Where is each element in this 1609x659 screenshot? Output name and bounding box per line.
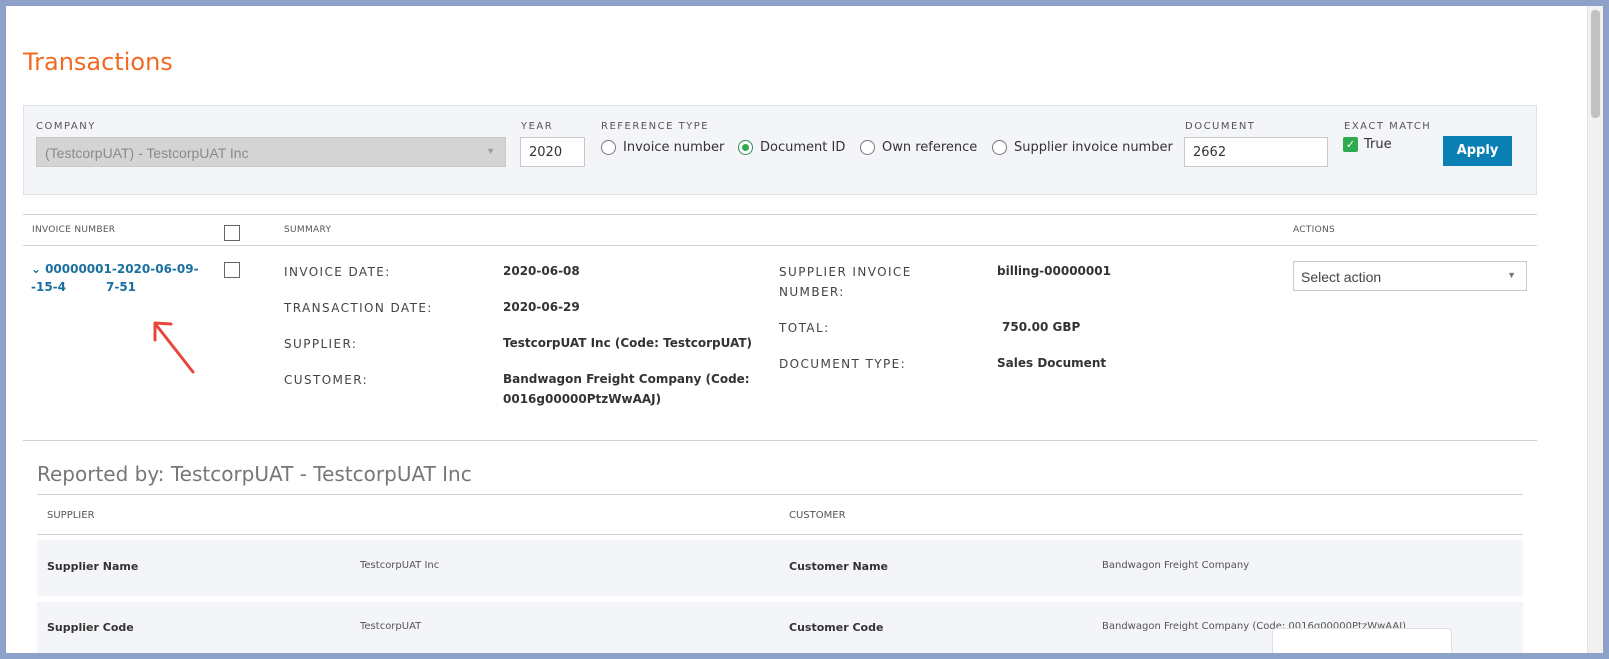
- customer-label: CUSTOMER:: [284, 373, 369, 387]
- customer-name-label: Customer Name: [789, 560, 888, 573]
- radio-label: Document ID: [760, 139, 846, 155]
- select-all-checkbox[interactable]: [224, 225, 240, 241]
- transaction-date-label: TRANSACTION DATE:: [284, 301, 433, 315]
- company-select[interactable]: (TestcorpUAT) - TestcorpUAT Inc ▼: [36, 137, 506, 167]
- customer-header: CUSTOMER: [789, 510, 846, 521]
- action-select[interactable]: Select action ▼: [1293, 261, 1527, 291]
- radio-invoice-number[interactable]: Invoice number: [601, 137, 724, 157]
- document-label: DOCUMENT: [1185, 121, 1256, 132]
- year-input[interactable]: 2020: [520, 137, 585, 167]
- radio-label: Supplier invoice number: [1014, 139, 1173, 155]
- radio-own-reference[interactable]: Own reference: [860, 137, 977, 157]
- popup-edge: [1272, 628, 1452, 653]
- year-label: YEAR: [521, 121, 554, 132]
- actions-header: ACTIONS: [1293, 225, 1336, 235]
- radio-circle: [860, 139, 875, 155]
- radio-circle-selected: [738, 139, 753, 155]
- radio-label: Invoice number: [623, 139, 725, 155]
- supplier-code-label: Supplier Code: [47, 621, 134, 634]
- red-arrow-icon: [153, 321, 195, 374]
- company-label: COMPANY: [36, 121, 96, 132]
- invoice-date-value: 2020-06-08: [503, 264, 580, 278]
- radio-label: Own reference: [882, 139, 978, 155]
- action-select-value: Select action: [1301, 269, 1382, 285]
- supplier-value: TestcorpUAT Inc (Code: TestcorpUAT): [503, 336, 752, 350]
- radio-circle: [992, 139, 1007, 155]
- invoice-date-label: INVOICE DATE:: [284, 265, 391, 279]
- chevron-down-icon[interactable]: ⌄: [31, 262, 41, 276]
- document-value: 2662: [1193, 145, 1227, 160]
- reported-by-title: Reported by: TestcorpUAT - TestcorpUAT I…: [37, 462, 472, 486]
- radio-document-id[interactable]: Document ID: [738, 137, 845, 157]
- supplier-name-value: TestcorpUAT Inc: [360, 560, 440, 571]
- reference-type-label: REFERENCE TYPE: [601, 121, 710, 132]
- supplier-invoice-number-label-line1: SUPPLIER INVOICE: [779, 265, 912, 279]
- company-value: (TestcorpUAT) - TestcorpUAT Inc: [45, 145, 249, 161]
- caret-down-icon: ▼: [1507, 270, 1516, 280]
- table-row: Supplier Name TestcorpUAT Inc Customer N…: [37, 540, 1523, 596]
- filter-panel: COMPANY (TestcorpUAT) - TestcorpUAT Inc …: [23, 105, 1537, 195]
- total-label: TOTAL:: [779, 321, 830, 335]
- supplier-code-value: TestcorpUAT: [360, 621, 422, 632]
- document-type-value: Sales Document: [997, 356, 1107, 370]
- apply-button[interactable]: Apply: [1443, 136, 1512, 166]
- exact-match-label: EXACT MATCH: [1344, 121, 1432, 132]
- customer-code-label: Customer Code: [789, 621, 884, 634]
- invoice-number-header: INVOICE NUMBER: [32, 225, 116, 235]
- supplier-invoice-number-label-line2: NUMBER:: [779, 285, 845, 299]
- supplier-invoice-number-value: billing-00000001: [997, 264, 1111, 278]
- table-row: ⌄ 00000001-2020-06-09--15-4 7-51 INVOICE …: [23, 246, 1537, 441]
- customer-name-value: Bandwagon Freight Company: [1102, 560, 1250, 571]
- scrollbar-thumb[interactable]: [1591, 10, 1600, 118]
- app-frame: Transactions COMPANY (TestcorpUAT) - Tes…: [6, 6, 1603, 653]
- invoice-number-line2[interactable]: 7-51: [106, 280, 136, 294]
- vertical-scrollbar[interactable]: [1587, 6, 1603, 653]
- transactions-table-header: INVOICE NUMBER SUMMARY ACTIONS: [23, 214, 1537, 246]
- supplier-label: SUPPLIER:: [284, 337, 358, 351]
- supplier-header: SUPPLIER: [47, 510, 95, 521]
- total-value: 750.00 GBP: [1002, 320, 1081, 334]
- document-type-label: DOCUMENT TYPE:: [779, 357, 907, 371]
- exact-match-value: True: [1364, 137, 1392, 152]
- customer-value-line2: 0016g00000PtzWwAAJ): [503, 392, 662, 406]
- radio-supplier-invoice-number[interactable]: Supplier invoice number: [992, 137, 1173, 157]
- year-value: 2020: [529, 145, 563, 160]
- transaction-date-value: 2020-06-29: [503, 300, 580, 314]
- row-checkbox[interactable]: [224, 262, 240, 278]
- page-title: Transactions: [23, 48, 173, 76]
- supplier-name-label: Supplier Name: [47, 560, 139, 573]
- document-input[interactable]: 2662: [1184, 137, 1328, 167]
- caret-down-icon: ▼: [486, 146, 495, 156]
- radio-circle: [601, 139, 616, 155]
- reported-table-header: SUPPLIER CUSTOMER: [37, 494, 1523, 535]
- summary-header: SUMMARY: [284, 225, 332, 235]
- customer-value-line1: Bandwagon Freight Company (Code:: [503, 372, 750, 386]
- exact-match-checkbox[interactable]: ✓: [1343, 137, 1358, 152]
